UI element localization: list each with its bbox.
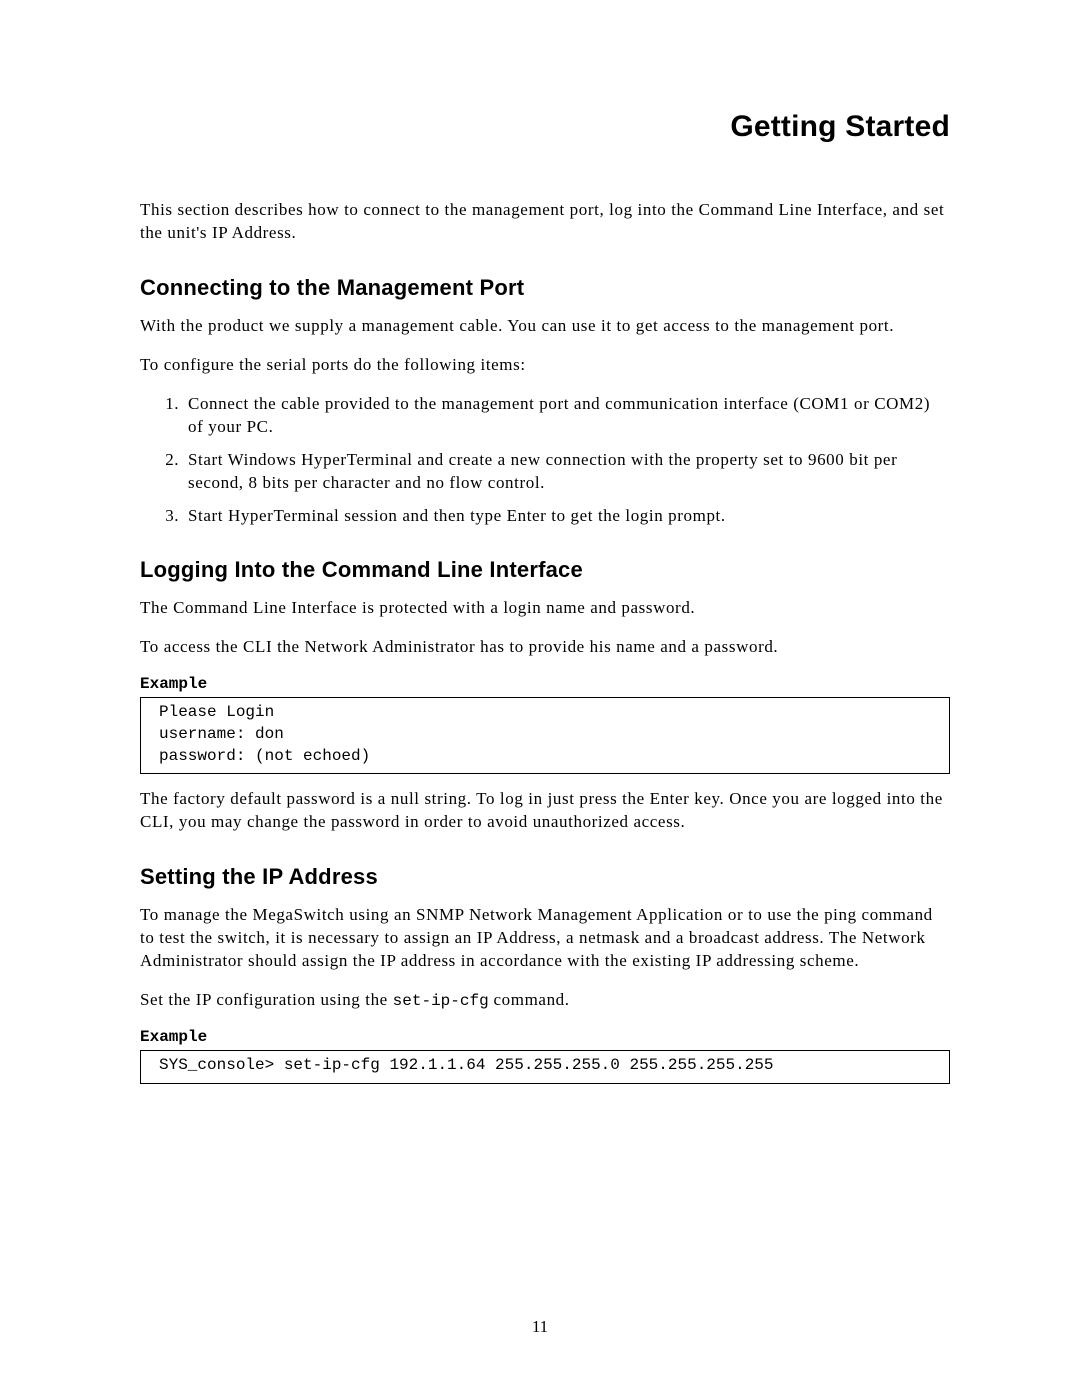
code-example-login: Please Login username: don password: (no…: [140, 697, 950, 774]
sec3-p1: To manage the MegaSwitch using an SNMP N…: [140, 904, 950, 973]
intro-paragraph: This section describes how to connect to…: [140, 199, 950, 245]
step-item: Connect the cable provided to the manage…: [184, 393, 950, 439]
example-label: Example: [140, 675, 950, 693]
document-page: Getting Started This section describes h…: [0, 0, 1080, 1397]
sec2-p1: The Command Line Interface is protected …: [140, 597, 950, 620]
sec1-p2: To configure the serial ports do the fol…: [140, 354, 950, 377]
section-heading-logging: Logging Into the Command Line Interface: [140, 557, 950, 583]
code-example-setipcfg: SYS_console> set-ip-cfg 192.1.1.64 255.2…: [140, 1050, 950, 1084]
sec3-p2-suffix: command.: [489, 990, 570, 1009]
sec3-p2: Set the IP configuration using the set-i…: [140, 989, 950, 1013]
inline-code-setipcfg: set-ip-cfg: [393, 992, 489, 1010]
sec1-steps: Connect the cable provided to the manage…: [140, 393, 950, 528]
sec1-p1: With the product we supply a management …: [140, 315, 950, 338]
sec2-p2: To access the CLI the Network Administra…: [140, 636, 950, 659]
sec3-p2-prefix: Set the IP configuration using the: [140, 990, 393, 1009]
sec2-p3: The factory default password is a null s…: [140, 788, 950, 834]
chapter-title: Getting Started: [140, 110, 950, 144]
step-item: Start Windows HyperTerminal and create a…: [184, 449, 950, 495]
section-heading-connecting: Connecting to the Management Port: [140, 275, 950, 301]
step-item: Start HyperTerminal session and then typ…: [184, 505, 950, 528]
page-number: 11: [0, 1317, 1080, 1337]
section-heading-ip: Setting the IP Address: [140, 864, 950, 890]
example-label: Example: [140, 1028, 950, 1046]
